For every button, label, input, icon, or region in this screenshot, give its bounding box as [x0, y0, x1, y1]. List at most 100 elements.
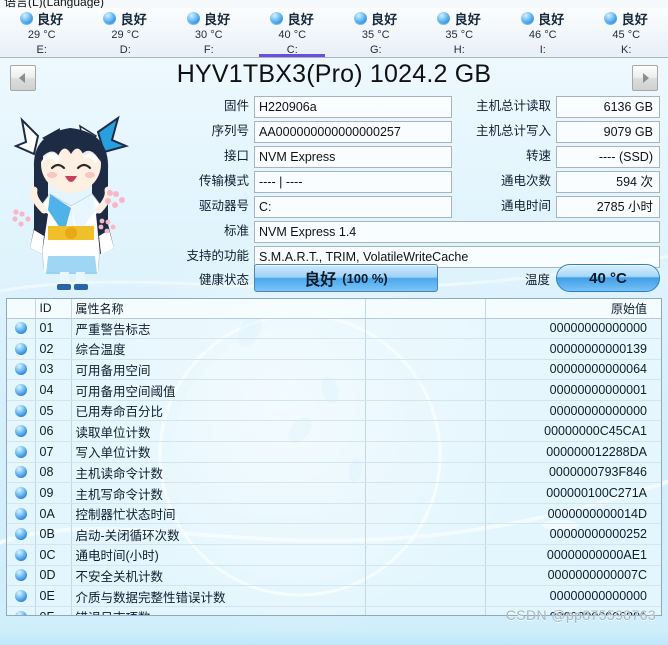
table-row[interactable]: 0C 通电时间(小时) 00000000000AE1	[7, 544, 661, 566]
info-value[interactable]: 6136 GB	[556, 96, 660, 118]
row-attribute-name: 主机读命令计数	[71, 462, 365, 484]
table-row[interactable]: 06 读取单位计数 00000000C45CA1	[7, 420, 661, 443]
row-mid	[364, 379, 485, 401]
disk-title: HYV1TBX3(Pro) 1024.2 GB	[176, 60, 492, 88]
row-status-icon-cell	[7, 400, 35, 422]
disk-tab-g[interactable]: 良好 35 °C G:	[334, 8, 418, 57]
info-value[interactable]: 2785 小时	[556, 196, 660, 218]
status-dot-icon	[14, 548, 27, 561]
info-value[interactable]: NVM Express	[254, 146, 452, 168]
row-attribute-name: 综合温度	[71, 338, 365, 360]
row-id: 01	[34, 318, 72, 340]
tab-temperature: 40 °C	[278, 29, 307, 41]
info-label: 主机总计写入	[475, 124, 551, 138]
table-row[interactable]: 0B 启动-关闭循环次数 00000000000252	[7, 523, 661, 546]
disk-tab-strip[interactable]: 良好 29 °C E: 良好 29 °C D: 良好 30 °C F: 良好 40 °C C: 良好 35…	[0, 8, 668, 58]
info-value[interactable]: NVM Express 1.4	[254, 221, 660, 243]
disk-tab-i[interactable]: 良好 46 °C I:	[501, 8, 585, 57]
table-row[interactable]: 08 主机读命令计数 0000000793F846	[7, 462, 661, 484]
row-id: 06	[34, 420, 72, 443]
row-mid	[364, 441, 485, 463]
row-status-icon-cell	[7, 379, 35, 401]
disk-tab-e[interactable]: 良好 29 °C E:	[0, 8, 84, 57]
disk-tab-c[interactable]: 良好 40 °C C:	[251, 8, 335, 57]
table-row[interactable]: 0D 不安全关机计数 0000000000007C	[7, 565, 661, 587]
row-attribute-name: 读取单位计数	[71, 420, 365, 443]
row-mid	[364, 503, 485, 525]
tab-temperature: 46 °C	[528, 29, 557, 41]
smart-attribute-table[interactable]: ID 属性名称 原始值 01 严重警告标志 00000000000000 02 综合温度…	[6, 298, 662, 616]
tab-drive-letter: E:	[36, 44, 47, 56]
row-raw-value: 00000000C45CA1	[484, 420, 661, 443]
info-row: 固件 H220906a 主机总计读取 6136 GB	[182, 96, 660, 118]
info-value[interactable]: C:	[254, 196, 452, 218]
row-mid	[364, 606, 485, 615]
disk-tab-k[interactable]: 良好 45 °C K:	[585, 8, 668, 57]
info-row: 序列号 AA000000000000000257 主机总计写入 9079 GB	[182, 121, 660, 143]
row-mid	[364, 420, 485, 443]
row-raw-value: 000000100C271A	[484, 482, 661, 504]
info-row-wide: 标准 NVM Express 1.4	[182, 221, 660, 243]
status-dot-icon	[14, 425, 27, 438]
info-label: 接口	[223, 149, 249, 163]
info-row: 接口 NVM Express 转速 ---- (SSD)	[182, 146, 660, 168]
row-id: 0C	[34, 544, 72, 566]
row-attribute-name: 通电时间(小时)	[71, 544, 365, 566]
table-row[interactable]: 0A 控制器忙状态时间 0000000000014D	[7, 503, 661, 525]
row-id: 0D	[34, 565, 72, 587]
table-row[interactable]: 07 写入单位计数 000000012288DA	[7, 441, 661, 463]
row-attribute-name: 已用寿命百分比	[71, 400, 365, 422]
disk-tab-f[interactable]: 良好 30 °C F:	[167, 8, 251, 57]
row-attribute-name: 写入单位计数	[71, 441, 365, 463]
tab-health-label: 良好	[621, 11, 649, 27]
health-dot-icon	[270, 11, 284, 25]
row-id: 0E	[34, 585, 72, 607]
info-label: 传输模式	[198, 174, 249, 188]
table-row[interactable]: 02 综合温度 00000000000139	[7, 338, 661, 360]
row-mid	[364, 318, 485, 340]
health-status-value: 良好	[304, 272, 337, 289]
tab-health-label: 良好	[120, 11, 148, 27]
row-attribute-name: 严重警告标志	[71, 318, 365, 340]
tab-drive-letter: H:	[453, 44, 465, 56]
info-value[interactable]: H220906a	[254, 96, 452, 118]
disk-tab-h[interactable]: 良好 35 °C H:	[418, 8, 502, 57]
disk-tab-d[interactable]: 良好 29 °C D:	[84, 8, 168, 57]
temperature-button[interactable]: 40 °C	[556, 264, 660, 292]
table-row[interactable]: 03 可用备用空间 00000000000064	[7, 359, 661, 381]
row-status-icon-cell	[7, 544, 35, 566]
menu-item-language[interactable]: 语言(L)(Language)	[4, 0, 104, 8]
info-label: 标准	[223, 224, 249, 238]
row-status-icon-cell	[7, 482, 35, 504]
info-value[interactable]: ---- | ----	[254, 171, 452, 193]
status-dot-icon	[14, 445, 27, 458]
column-header-name: 属性名称	[71, 299, 365, 319]
health-dot-icon	[353, 11, 367, 25]
column-header-status	[7, 299, 35, 319]
row-id: 0B	[34, 523, 72, 546]
info-row: 传输模式 ---- | ---- 通电次数 594 次	[182, 171, 660, 193]
status-dot-icon	[14, 590, 27, 603]
mascot-character	[12, 115, 130, 290]
table-row[interactable]: 01 严重警告标志 00000000000000	[7, 318, 661, 340]
tab-drive-letter: K:	[621, 44, 632, 56]
table-header-row: ID 属性名称 原始值	[7, 299, 661, 319]
row-id: 09	[34, 482, 72, 504]
info-label: 驱动器号	[198, 199, 249, 213]
info-value[interactable]: ---- (SSD)	[556, 146, 660, 168]
table-row[interactable]: 0E 介质与数据完整性错误计数 00000000000000	[7, 585, 661, 607]
info-value[interactable]: 9079 GB	[556, 121, 660, 143]
table-row[interactable]: 05 已用寿命百分比 00000000000000	[7, 400, 661, 422]
health-status-button[interactable]: 良好 (100 %)	[254, 264, 438, 292]
table-row[interactable]: 09 主机写命令计数 000000100C271A	[7, 482, 661, 504]
info-value[interactable]: 594 次	[556, 171, 660, 193]
row-raw-value: 00000000000001	[484, 379, 661, 401]
status-row: 健康状态 良好 (100 %) 温度 40 °C	[182, 264, 660, 292]
status-dot-icon	[14, 610, 27, 615]
table-row[interactable]: 04 可用备用空间阈值 00000000000001	[7, 379, 661, 401]
menu-bar[interactable]: 语言(L)(Language)	[0, 0, 668, 8]
row-raw-value: 0000000793F846	[484, 462, 661, 484]
info-value[interactable]: AA000000000000000257	[254, 121, 452, 143]
row-raw-value: 00000000000000	[484, 585, 661, 607]
row-mid	[364, 544, 485, 566]
